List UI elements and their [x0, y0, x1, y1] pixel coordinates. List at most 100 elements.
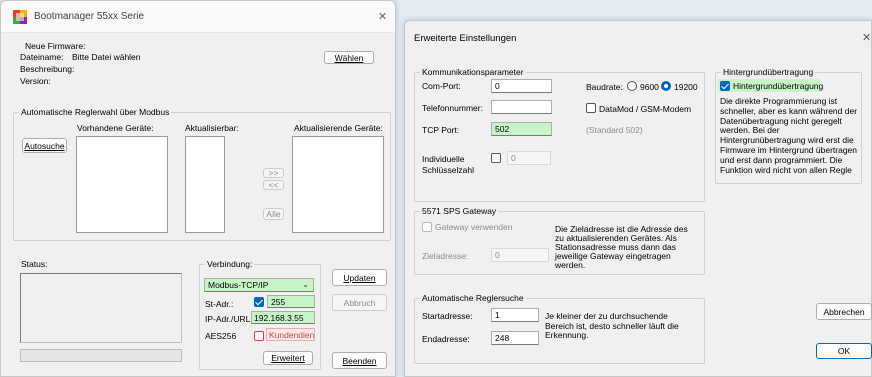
- updaten-button[interactable]: Updaten: [332, 269, 387, 286]
- beenden-button[interactable]: Beenden: [332, 352, 387, 369]
- baud-9600-radio[interactable]: [627, 81, 637, 91]
- reglersuche-group-label: Automatische Reglersuche: [420, 293, 526, 303]
- autosuche-button-label: Autosuche: [24, 140, 65, 151]
- reglersuche-line: Erkennung.: [545, 330, 589, 340]
- aktualisierbar-label: Aktualisierbar:: [185, 123, 239, 133]
- regler-group-label: Automatische Reglerwahl über Modbus: [19, 107, 172, 117]
- st-adr-input[interactable]: 255: [267, 295, 315, 308]
- st-adr-checkbox[interactable]: [254, 297, 264, 307]
- ok-button-label: OK: [837, 346, 851, 356]
- baud-9600-label: 9600: [640, 82, 659, 92]
- zieladresse-label: Zieladresse:: [422, 251, 469, 261]
- waehlen-button-label: Wählen: [334, 52, 364, 63]
- chevron-down-icon: ⌄: [302, 280, 309, 289]
- dateiname-value: Bitte Datei wählen: [72, 52, 141, 62]
- gateway-line: werden.: [555, 260, 586, 270]
- schluessel-checkbox[interactable]: [491, 153, 501, 163]
- st-adr-value: 255: [271, 296, 286, 307]
- window-title: Bootmanager 55xx Serie: [34, 11, 145, 22]
- startadresse-input[interactable]: 1: [491, 308, 539, 322]
- gateway-description: Die Zieladresse ist die Adresse des zu a…: [555, 225, 688, 270]
- telefon-input[interactable]: [491, 100, 552, 114]
- com-port-value: 0: [495, 81, 500, 91]
- tcp-port-value: 502: [495, 124, 510, 134]
- move-left-button[interactable]: <<: [263, 180, 284, 190]
- zieladresse-value: 0: [495, 250, 500, 260]
- st-adr-label: St-Adr.:: [205, 299, 234, 309]
- schluessel-value: 0: [511, 153, 516, 163]
- datamod-label: DataMod / GSM-Modem: [599, 104, 692, 114]
- dialog-title: Erweiterte Einstellungen: [414, 33, 517, 44]
- kundendienst-checkbox[interactable]: [254, 331, 264, 341]
- alle-button[interactable]: Alle: [263, 208, 284, 220]
- abbrechen-button-label: Abbrechen: [823, 306, 865, 317]
- schluessel-input[interactable]: 0: [507, 151, 551, 165]
- individuelle-label: Individuelle: [422, 154, 465, 164]
- hintergrund-description: Die direkte Programmierung ist schneller…: [720, 96, 857, 175]
- com-port-label: Com-Port:: [422, 81, 461, 91]
- beenden-button-label: Beenden: [342, 355, 377, 366]
- ok-button[interactable]: OK: [816, 343, 872, 359]
- hintergrund-line: Funktion wird nicht von allen Regle: [720, 164, 852, 175]
- vorhandene-list[interactable]: [76, 136, 168, 233]
- aktualisierbar-list[interactable]: [185, 136, 225, 233]
- move-right-button[interactable]: >>: [263, 168, 284, 178]
- beschreibung-label: Beschreibung:: [20, 64, 75, 74]
- gateway-checkbox[interactable]: [422, 222, 432, 232]
- verbindung-select[interactable]: Modbus-TCP/IP ⌄: [204, 278, 314, 292]
- kundendienst-label: Kundendienst: [269, 329, 315, 340]
- verbindung-group-label: Verbindung:: [205, 259, 255, 269]
- endadresse-input[interactable]: 248: [491, 331, 539, 345]
- baud-19200-label: 19200: [674, 82, 698, 92]
- app-icon: [13, 10, 27, 24]
- abbruch-button-label: Abbruch: [343, 297, 376, 308]
- ip-input[interactable]: 192.168.3.55: [251, 311, 315, 324]
- verbindung-selected: Modbus-TCP/IP: [208, 280, 269, 290]
- bootmanager-window: Bootmanager 55xx Serie ✕ Neue Firmware: …: [0, 0, 396, 377]
- version-label: Version:: [20, 76, 51, 86]
- vorhandene-label: Vorhandene Geräte:: [77, 123, 154, 133]
- move-right-label: >>: [268, 168, 279, 178]
- abbruch-button[interactable]: Abbruch: [332, 294, 387, 311]
- hintergrund-group-label: Hintergrundübertragung: [721, 67, 816, 77]
- dialog-close-icon[interactable]: ✕: [862, 31, 871, 44]
- kommunikation-group: Kommunikationsparameter: [414, 67, 705, 202]
- endadresse-label: Endadresse:: [422, 334, 470, 344]
- kommunikation-group-label: Kommunikationsparameter: [420, 67, 526, 77]
- reglersuche-description: Je kleiner der zu durchsuchende Bereich …: [545, 311, 679, 341]
- erweiterte-einstellungen-window: Erweiterte Einstellungen ✕ Kommunikation…: [404, 20, 872, 377]
- com-port-input[interactable]: 0: [491, 79, 552, 93]
- gateway-checkbox-label: Gateway verwenden: [435, 222, 513, 232]
- tcp-standard-hint: (Standard 502): [586, 125, 643, 135]
- move-left-label: <<: [268, 180, 279, 190]
- dateiname-label: Dateiname:: [20, 52, 64, 62]
- schluesselzahl-label: Schlüsselzahl: [422, 165, 474, 175]
- aktualisierende-list[interactable]: [292, 136, 384, 233]
- autosuche-button[interactable]: Autosuche: [22, 138, 67, 153]
- baud-19200-radio[interactable]: [661, 81, 671, 91]
- tcp-port-input[interactable]: 502: [491, 122, 552, 136]
- kundendienst-field[interactable]: Kundendienst: [266, 328, 315, 341]
- startadresse-value: 1: [495, 310, 500, 320]
- telefon-label: Telefonnummer:: [422, 103, 483, 113]
- tcp-port-label: TCP Port:: [422, 125, 460, 135]
- updaten-button-label: Updaten: [343, 272, 376, 283]
- gateway-group-label: 5571 SPS Gateway: [420, 206, 499, 216]
- waehlen-button[interactable]: Wählen: [324, 51, 374, 64]
- endadresse-value: 248: [495, 333, 510, 343]
- baudrate-label: Baudrate:: [586, 82, 623, 92]
- neue-firmware-label: Neue Firmware:: [25, 41, 86, 51]
- ip-label: IP-Adr./URL: [205, 314, 251, 324]
- abbrechen-button[interactable]: Abbrechen: [816, 303, 872, 320]
- hintergrund-checkbox-label: Hintergrundübertragung: [733, 81, 824, 91]
- status-label: Status:: [21, 259, 48, 269]
- hintergrund-checkbox[interactable]: [720, 81, 730, 91]
- erweitert-button[interactable]: Erweitert: [263, 351, 313, 365]
- datamod-checkbox[interactable]: [586, 103, 596, 113]
- aes-label: AES256: [205, 331, 237, 341]
- close-icon[interactable]: ✕: [378, 10, 387, 23]
- aktualisierende-label: Aktualisierende Geräte:: [294, 123, 383, 133]
- ip-value: 192.168.3.55: [254, 312, 304, 323]
- erweitert-button-label: Erweitert: [271, 353, 305, 363]
- zieladresse-input[interactable]: 0: [491, 248, 549, 262]
